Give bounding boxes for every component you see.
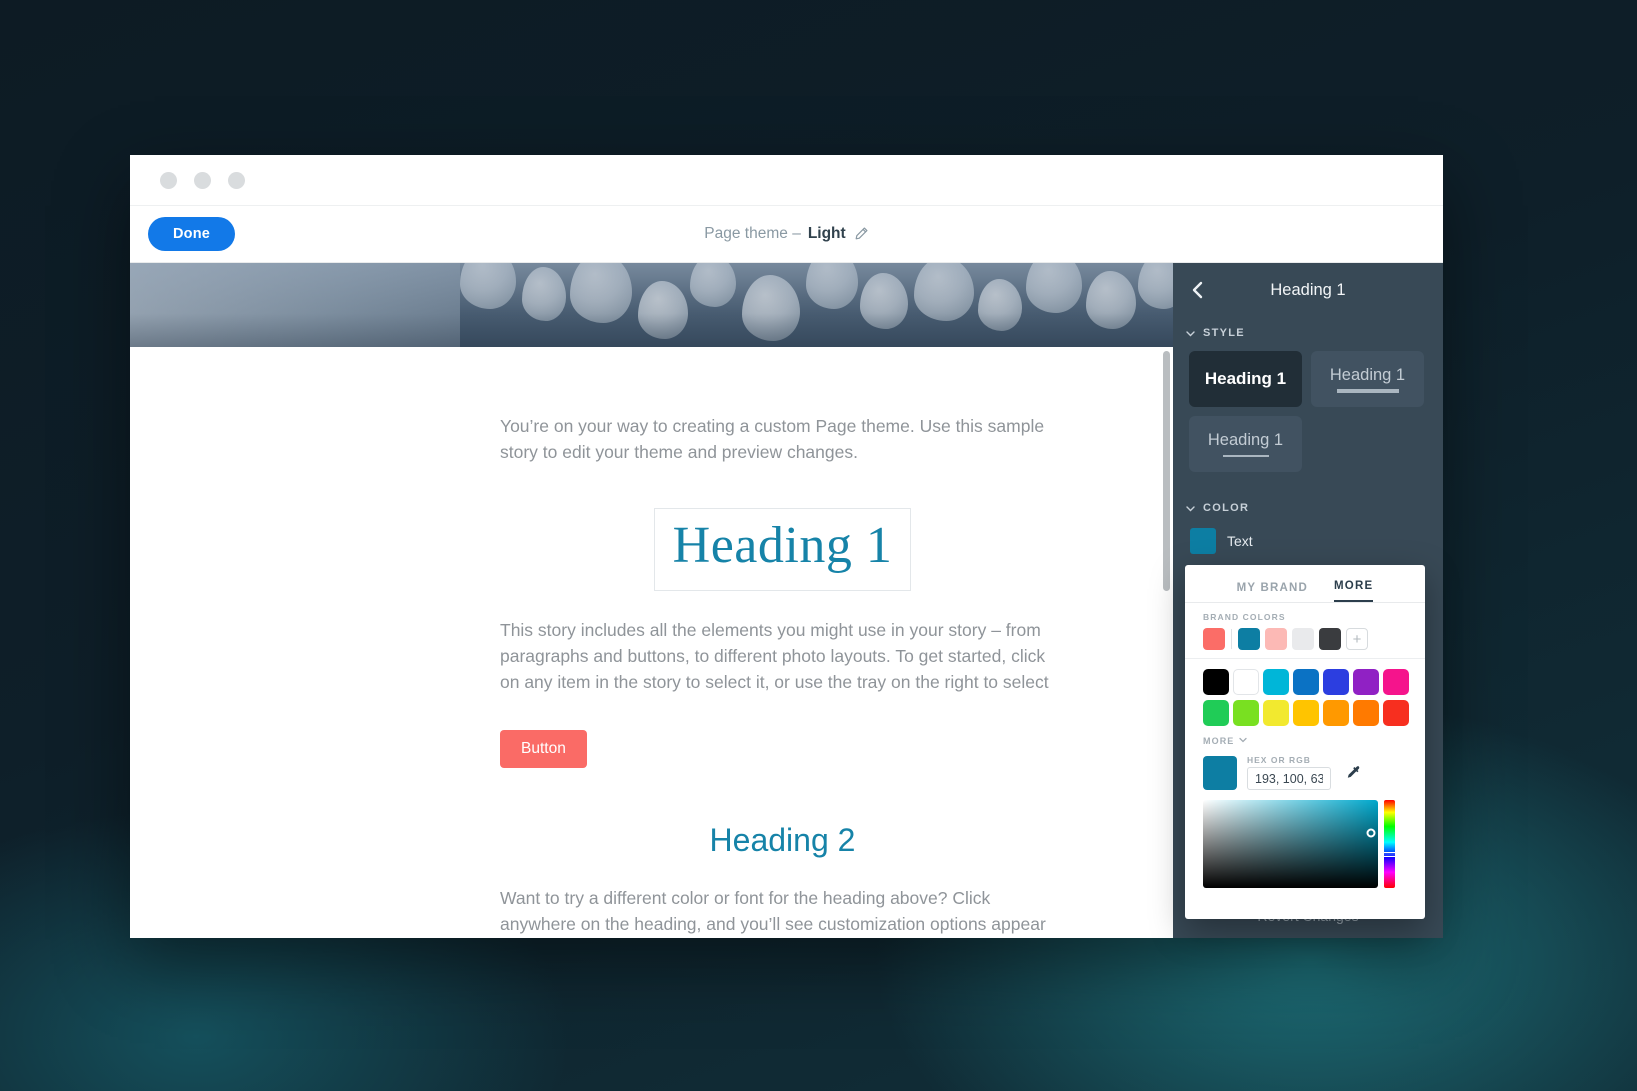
- color-swatch[interactable]: [1233, 669, 1259, 695]
- hex-input-row: HEX OR RGB: [1185, 753, 1425, 790]
- color-swatch[interactable]: [1293, 669, 1319, 695]
- eyedropper-icon[interactable]: [1343, 763, 1363, 783]
- color-swatch[interactable]: [1203, 700, 1229, 726]
- color-picker-popover: MY BRAND MORE BRAND COLORS + MORE HEX OR…: [1185, 565, 1425, 919]
- brand-swatch[interactable]: [1292, 628, 1314, 650]
- minimize-window-button[interactable]: [194, 171, 211, 189]
- style-section-header[interactable]: STYLE: [1173, 317, 1443, 347]
- hex-input-label: HEX OR RGB: [1247, 755, 1311, 765]
- color-swatch[interactable]: [1353, 700, 1379, 726]
- story-inner: You’re on your way to creating a custom …: [500, 413, 1060, 938]
- canvas-scrollbar[interactable]: [1163, 351, 1170, 591]
- story-button[interactable]: Button: [500, 729, 587, 768]
- hue-cursor[interactable]: [1382, 852, 1397, 857]
- hex-input[interactable]: [1247, 767, 1331, 790]
- brand-swatch-divider: [1231, 629, 1232, 649]
- double-underline-icon: [1336, 388, 1399, 393]
- pencil-icon[interactable]: [853, 226, 869, 242]
- style-option-single-underline-label: Heading 1: [1207, 431, 1284, 449]
- hero-overlay: [130, 263, 1173, 347]
- story-paragraph-3[interactable]: Want to try a different color or font fo…: [500, 885, 1060, 938]
- story-canvas: You’re on your way to creating a custom …: [130, 263, 1173, 938]
- brand-colors-label: BRAND COLORS: [1203, 612, 1286, 622]
- hue-slider[interactable]: [1382, 800, 1397, 888]
- hero-photo[interactable]: [130, 263, 1173, 347]
- brand-swatch[interactable]: [1238, 628, 1260, 650]
- color-section-label: COLOR: [1203, 502, 1250, 514]
- color-gradient-picker: [1185, 790, 1425, 888]
- chevron-down-icon: [1185, 328, 1196, 339]
- more-colors-toggle[interactable]: MORE: [1185, 726, 1425, 753]
- saturation-cursor[interactable]: [1366, 828, 1376, 838]
- color-swatch-grid: [1185, 659, 1425, 726]
- style-section-label: STYLE: [1203, 327, 1245, 339]
- story-paragraph-2[interactable]: This story includes all the elements you…: [500, 617, 1060, 695]
- tray-header: Heading 1: [1173, 263, 1443, 317]
- single-underline-icon: [1222, 455, 1269, 457]
- color-section-header[interactable]: COLOR: [1173, 492, 1443, 522]
- style-option-double-underline-label: Heading 1: [1329, 365, 1406, 384]
- brand-swatch[interactable]: [1319, 628, 1341, 650]
- page-theme-prefix: Page theme –: [704, 225, 801, 242]
- chevron-left-icon[interactable]: [1187, 279, 1209, 301]
- brand-swatch[interactable]: [1265, 628, 1287, 650]
- page-theme-indicator: Page theme – Light: [130, 225, 1443, 243]
- brand-colors-swatches: +: [1203, 628, 1425, 650]
- done-button[interactable]: Done: [148, 217, 236, 251]
- color-swatch[interactable]: [1323, 700, 1349, 726]
- chevron-down-icon: [1238, 735, 1248, 747]
- text-color-label: Text: [1227, 533, 1253, 549]
- color-swatch[interactable]: [1323, 669, 1349, 695]
- style-option-bold[interactable]: Heading 1: [1189, 351, 1302, 407]
- chevron-down-icon: [1185, 503, 1196, 514]
- current-color-preview: [1203, 755, 1237, 790]
- style-option-bold-label: Heading 1: [1204, 369, 1287, 388]
- maximize-window-button[interactable]: [228, 171, 245, 189]
- more-colors-label: MORE: [1203, 736, 1235, 746]
- brand-swatch[interactable]: [1203, 628, 1225, 650]
- color-swatch[interactable]: [1233, 700, 1259, 726]
- color-swatch[interactable]: [1263, 700, 1289, 726]
- color-swatch[interactable]: [1383, 700, 1409, 726]
- tab-my-brand[interactable]: MY BRAND: [1237, 582, 1308, 602]
- story-content: You’re on your way to creating a custom …: [130, 347, 1173, 938]
- color-swatch[interactable]: [1203, 669, 1229, 695]
- color-swatch[interactable]: [1293, 700, 1319, 726]
- close-window-button[interactable]: [160, 171, 177, 189]
- heading-1-text[interactable]: Heading 1: [673, 518, 893, 574]
- color-swatch[interactable]: [1353, 669, 1379, 695]
- style-option-double-underline[interactable]: Heading 1: [1311, 351, 1424, 407]
- text-color-swatch[interactable]: [1190, 528, 1216, 554]
- window-titlebar: [130, 155, 1443, 206]
- color-swatch[interactable]: [1263, 669, 1289, 695]
- color-swatch[interactable]: [1383, 669, 1409, 695]
- page-theme-value: Light: [807, 225, 846, 242]
- heading-2-text[interactable]: Heading 2: [500, 822, 1065, 859]
- heading-1-wrapper: Heading 1: [500, 508, 1065, 591]
- saturation-value-box[interactable]: [1203, 800, 1378, 888]
- story-paragraph-1[interactable]: You’re on your way to creating a custom …: [500, 413, 1060, 465]
- heading-1-selection-box[interactable]: Heading 1: [653, 508, 912, 591]
- tray-title: Heading 1: [1270, 280, 1346, 299]
- editor-toolbar: Done Page theme – Light: [130, 206, 1443, 263]
- hex-field-group: HEX OR RGB: [1247, 755, 1331, 790]
- color-picker-tabs: MY BRAND MORE: [1185, 565, 1425, 603]
- color-row-text[interactable]: Text: [1173, 522, 1443, 554]
- tab-more[interactable]: MORE: [1334, 580, 1374, 602]
- style-option-single-underline[interactable]: Heading 1: [1189, 416, 1302, 472]
- brand-colors-section: BRAND COLORS +: [1185, 603, 1425, 659]
- style-options-grid: Heading 1 Heading 1 Heading 1: [1173, 347, 1443, 478]
- plus-icon[interactable]: +: [1346, 628, 1368, 650]
